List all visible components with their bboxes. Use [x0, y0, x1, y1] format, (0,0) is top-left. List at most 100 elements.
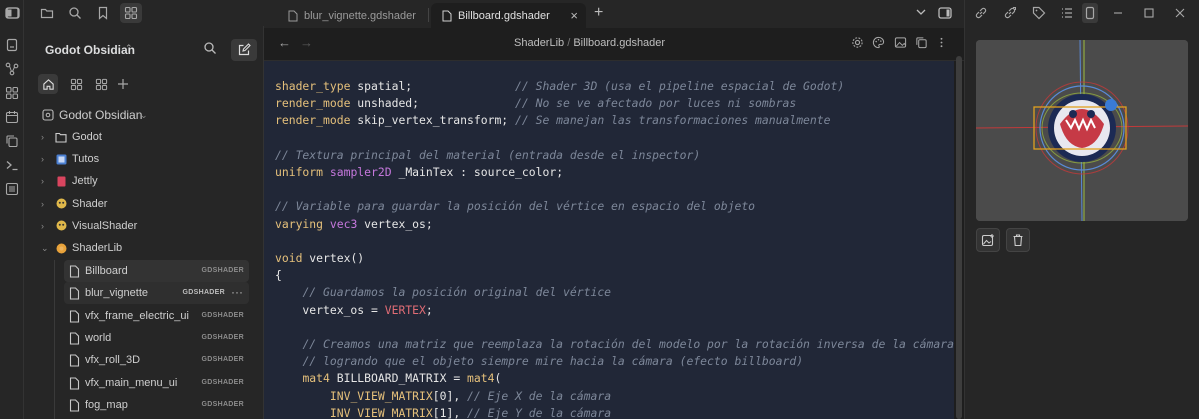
tab-blur-vignette[interactable]: blur_vignette.gdshader	[277, 3, 427, 28]
bookmark-icon[interactable]	[95, 5, 111, 21]
file-icon	[69, 376, 80, 390]
code-line: varying vec3 vertex_os;	[275, 216, 433, 233]
chevron-right-icon: ›	[41, 176, 44, 187]
outgoing-link-icon[interactable]	[1002, 5, 1018, 21]
grid-icon[interactable]	[5, 86, 19, 100]
file-extension-badge: GDSHADER	[201, 378, 244, 386]
file-icon	[69, 287, 80, 300]
shader-3d-viewport[interactable]	[976, 40, 1188, 221]
close-icon[interactable]: ×	[570, 8, 578, 23]
file-icon	[69, 310, 80, 323]
folder-label: Tutos	[72, 153, 100, 166]
vault-name[interactable]: Godot Obsidian	[45, 43, 135, 57]
preview-panel-icon[interactable]	[1082, 3, 1098, 23]
forward-arrow-icon[interactable]: →	[300, 35, 313, 50]
code-token: // Se manejan las transformaciones manua…	[515, 113, 831, 128]
new-note-button[interactable]	[231, 39, 257, 61]
outline-icon[interactable]	[1059, 5, 1075, 21]
new-tab-button[interactable]: +	[594, 4, 603, 22]
file-item[interactable]: blur_vignette GDSHADER ···	[64, 282, 249, 305]
grid-view-icon[interactable]	[120, 3, 142, 23]
file-item[interactable]: fog_map GDSHADER	[64, 394, 249, 416]
code-line: // Guardamos la posición original del vé…	[275, 284, 611, 301]
delete-button[interactable]	[1006, 228, 1030, 252]
ribbon	[0, 0, 24, 419]
gear-icon[interactable]	[850, 35, 864, 49]
minimize-icon[interactable]	[1110, 5, 1126, 21]
close-window-icon[interactable]	[1172, 5, 1188, 21]
code-token: // Eje X de la cámara	[467, 388, 612, 403]
back-arrow-icon[interactable]: ←	[278, 35, 291, 50]
file-item[interactable]: vfx_roll_3D GDSHADER	[64, 349, 249, 371]
code-line: uniform sampler2D _MainTex : source_colo…	[275, 164, 563, 181]
code-token: shader_type	[275, 79, 351, 93]
folder-godot[interactable]: › Godot	[24, 126, 264, 148]
code-token: // Eje Y de la cámara	[467, 405, 612, 419]
file-label: vfx_roll_3D	[85, 354, 141, 367]
tab-label: Billboard.gdshader	[458, 10, 550, 22]
maximize-icon[interactable]	[1141, 5, 1157, 21]
folder-tutos[interactable]: › Tutos	[24, 148, 264, 170]
add-image-button[interactable]	[976, 228, 1000, 252]
image-icon[interactable]	[893, 35, 907, 49]
code-token: mat4	[467, 371, 495, 386]
folder-icon[interactable]	[39, 5, 55, 21]
tree-root[interactable]: Godot Obsidian ⌄	[24, 104, 264, 126]
search-icon[interactable]	[67, 5, 83, 21]
file-extension-badge: GDSHADER	[201, 356, 244, 364]
grid-icon[interactable]	[68, 76, 84, 92]
right-sidebar-toggle-icon[interactable]	[938, 6, 952, 20]
breadcrumb-separator: /	[567, 37, 571, 49]
file-item[interactable]: vfx_main_menu_ui GDSHADER	[64, 372, 249, 394]
folder-jettly[interactable]: › Jettly	[24, 170, 264, 192]
home-icon[interactable]	[38, 74, 58, 94]
file-item[interactable]: Billboard GDSHADER	[64, 260, 249, 282]
chevron-right-icon: ›	[41, 198, 44, 209]
more-options-icon[interactable]	[934, 35, 948, 49]
graph-icon[interactable]	[5, 62, 19, 76]
calendar-icon[interactable]	[5, 110, 19, 124]
grid-icon[interactable]	[93, 76, 109, 92]
folder-visualshader[interactable]: › VisualShader	[24, 215, 264, 237]
sidebar-collapse-icon[interactable]	[5, 5, 21, 21]
file-item[interactable]: world GDSHADER	[64, 327, 249, 349]
folder-label: ShaderLib	[72, 242, 123, 254]
chevron-right-icon: ›	[41, 154, 44, 165]
terminal-icon[interactable]	[5, 158, 19, 172]
list-icon[interactable]	[5, 182, 19, 196]
search-icon[interactable]	[203, 41, 219, 57]
code-line: void vertex()	[275, 250, 364, 267]
code-block[interactable]: shader_type spatial; // Shader 3D (usa e…	[264, 61, 954, 419]
code-token: // Creamos una matriz que reemplaza la r…	[302, 337, 954, 351]
folder-shader[interactable]: › Shader	[24, 193, 264, 215]
file-icon[interactable]	[5, 38, 19, 52]
vault-switch-icon[interactable]: ⌃	[125, 43, 133, 54]
breadcrumb-file[interactable]: Billboard.gdshader	[573, 37, 665, 49]
copy-icon[interactable]	[914, 35, 928, 49]
link-icon[interactable]	[973, 5, 989, 21]
folder-shaderlib[interactable]: ⌄ ShaderLib	[24, 237, 264, 259]
billboard-preview-image	[976, 40, 1188, 221]
code-line: {	[275, 267, 282, 284]
file-icon	[69, 332, 80, 345]
code-token: // Shader 3D (usa el pipeline espacial d…	[515, 79, 845, 93]
code-token: unshaded;	[350, 96, 516, 111]
file-label: fog_map	[85, 398, 128, 411]
palette-icon[interactable]	[871, 35, 885, 49]
code-token: [1],	[432, 405, 468, 419]
chevron-down-icon: ⌄	[41, 242, 49, 253]
code-line: // Variable para guardar la posición del…	[275, 198, 755, 215]
copy-icon[interactable]	[5, 134, 19, 148]
code-line: // logrando que el objeto siempre mire h…	[275, 353, 803, 370]
more-options-icon[interactable]: ···	[231, 285, 243, 299]
tab-billboard[interactable]: Billboard.gdshader ×	[431, 3, 586, 28]
editor-scrollbar[interactable]	[956, 56, 962, 419]
plus-icon[interactable]	[115, 76, 131, 92]
chevron-down-icon[interactable]	[915, 6, 929, 20]
file-item[interactable]: vfx_frame_electric_ui GDSHADER	[64, 305, 249, 327]
file-extension-badge: GDSHADER	[201, 267, 244, 274]
tag-icon[interactable]	[1031, 5, 1047, 21]
breadcrumb-folder[interactable]: ShaderLib	[514, 37, 564, 49]
